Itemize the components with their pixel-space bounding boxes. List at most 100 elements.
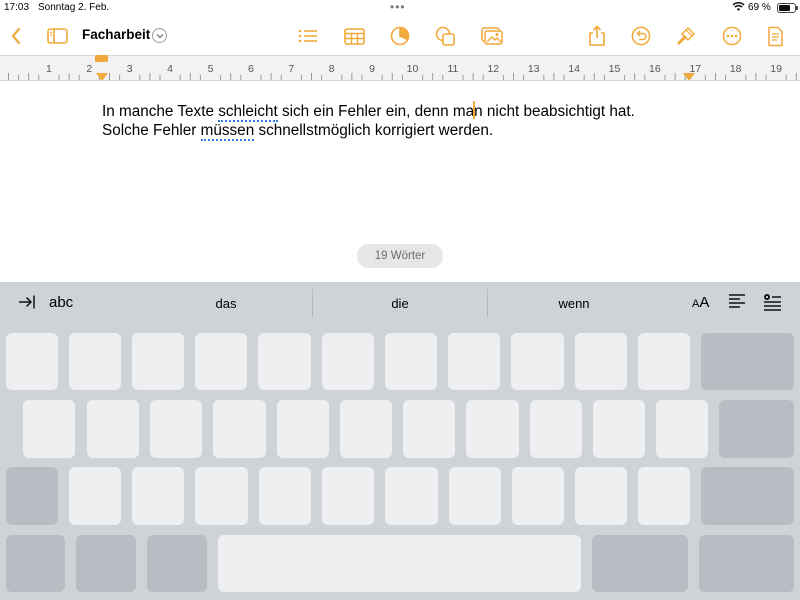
key[interactable] bbox=[258, 333, 311, 390]
suggestion-2[interactable]: die bbox=[391, 296, 408, 311]
key[interactable] bbox=[340, 400, 392, 458]
key[interactable] bbox=[403, 400, 455, 458]
key[interactable] bbox=[87, 400, 139, 458]
document-title[interactable]: Facharbeit bbox=[82, 27, 150, 42]
status-date: Sonntag 2. Feb. bbox=[38, 2, 110, 13]
share-icon[interactable] bbox=[585, 18, 609, 54]
ruler-number: 9 bbox=[369, 63, 376, 75]
shift-key-left[interactable] bbox=[6, 467, 58, 525]
title-menu-chevron-icon[interactable] bbox=[152, 28, 167, 43]
suggestion-3[interactable]: wenn bbox=[558, 296, 589, 311]
ruler-number: 5 bbox=[207, 63, 214, 75]
ruler-number: 14 bbox=[568, 63, 580, 75]
ruler-number: 10 bbox=[406, 63, 419, 75]
tab-indent-icon[interactable] bbox=[18, 294, 36, 315]
ruler[interactable]: 1 2 3 4 5 6 7 8 9 10 11 12 13 14 15 16 17 18 19 bbox=[0, 55, 800, 81]
suggestion-1[interactable]: das bbox=[216, 296, 237, 311]
format-brush-icon[interactable] bbox=[674, 18, 698, 54]
wifi-icon bbox=[732, 1, 745, 15]
ruler-number: 16 bbox=[649, 63, 661, 75]
key[interactable] bbox=[575, 467, 627, 525]
key[interactable] bbox=[656, 400, 708, 458]
dictation-key[interactable] bbox=[147, 535, 207, 592]
more-options-icon[interactable] bbox=[720, 18, 744, 54]
ruler-number: 1 bbox=[45, 63, 52, 75]
document-body[interactable]: In manche Texte schleicht sich ein Fehle… bbox=[102, 101, 742, 141]
key[interactable] bbox=[385, 467, 438, 525]
misspelled-word[interactable]: schleicht bbox=[218, 103, 278, 122]
ruler-number: 4 bbox=[167, 63, 174, 75]
document-setup-icon[interactable] bbox=[763, 18, 787, 54]
shift-key-right[interactable] bbox=[701, 467, 794, 525]
list-icon[interactable] bbox=[296, 18, 320, 54]
key[interactable] bbox=[277, 400, 329, 458]
ruler-number: 8 bbox=[328, 63, 335, 75]
sidebar-toggle-icon[interactable] bbox=[45, 18, 69, 54]
hide-keyboard-key[interactable] bbox=[699, 535, 794, 592]
text-run: Solche Fehler bbox=[102, 122, 201, 139]
key[interactable] bbox=[530, 400, 582, 458]
back-chevron-icon[interactable] bbox=[6, 18, 26, 54]
paragraph-line-2[interactable]: Solche Fehler müssen schnellstmöglich ko… bbox=[102, 121, 742, 141]
misspelled-word[interactable]: müssen bbox=[200, 122, 255, 141]
on-screen-keyboard: abc das die wenn AA bbox=[0, 282, 800, 600]
text-run: In manche Texte bbox=[102, 103, 219, 120]
key[interactable] bbox=[23, 400, 75, 458]
suggestion-divider bbox=[312, 289, 313, 317]
abc-label[interactable]: abc bbox=[49, 294, 73, 311]
numbers-key-right[interactable] bbox=[592, 535, 688, 592]
key[interactable] bbox=[195, 467, 248, 525]
suggestion-divider bbox=[487, 289, 488, 317]
key[interactable] bbox=[195, 333, 247, 390]
key[interactable] bbox=[322, 467, 374, 525]
key[interactable] bbox=[575, 333, 627, 390]
key[interactable] bbox=[69, 333, 121, 390]
paragraph-line-1[interactable]: In manche Texte schleicht sich ein Fehle… bbox=[102, 101, 742, 122]
multitasking-dots-icon[interactable]: ••• bbox=[390, 0, 406, 14]
key[interactable] bbox=[385, 333, 437, 390]
predictive-bar: abc das die wenn AA bbox=[0, 282, 800, 324]
key[interactable] bbox=[150, 400, 202, 458]
ruler-number: 12 bbox=[487, 63, 500, 75]
text-run: n nicht beabsichtigt hat. bbox=[474, 103, 635, 120]
undo-icon[interactable] bbox=[629, 18, 653, 54]
delete-key[interactable] bbox=[701, 333, 794, 390]
key[interactable] bbox=[259, 467, 311, 525]
shapes-icon[interactable] bbox=[433, 18, 457, 54]
globe-key[interactable] bbox=[76, 535, 136, 592]
key[interactable] bbox=[511, 333, 564, 390]
word-count-pill[interactable]: 19 Wörter bbox=[357, 244, 443, 268]
key[interactable] bbox=[69, 467, 121, 525]
key[interactable] bbox=[449, 467, 501, 525]
table-icon[interactable] bbox=[342, 18, 366, 54]
key[interactable] bbox=[132, 467, 184, 525]
key[interactable] bbox=[512, 467, 564, 525]
key[interactable] bbox=[638, 467, 690, 525]
left-indent-marker[interactable] bbox=[95, 72, 109, 82]
key[interactable] bbox=[466, 400, 519, 458]
ruler-number: 11 bbox=[447, 63, 459, 75]
space-key[interactable] bbox=[218, 535, 581, 592]
first-line-indent-marker[interactable] bbox=[95, 55, 109, 63]
key[interactable] bbox=[638, 333, 690, 390]
key[interactable] bbox=[213, 400, 266, 458]
ruler-number: 6 bbox=[247, 63, 254, 75]
key[interactable] bbox=[6, 333, 58, 390]
battery-icon bbox=[777, 3, 798, 13]
key[interactable] bbox=[448, 333, 500, 390]
numbers-key-left[interactable] bbox=[6, 535, 65, 592]
ruler-number: 7 bbox=[288, 63, 295, 75]
ruler-number: 15 bbox=[608, 63, 621, 75]
insert-list-icon[interactable] bbox=[763, 293, 782, 316]
paragraph-align-icon[interactable] bbox=[728, 293, 746, 314]
media-icon[interactable] bbox=[480, 18, 504, 54]
ruler-number: 3 bbox=[126, 63, 133, 75]
text-run: sich ein Fehler ein, denn ma bbox=[277, 103, 475, 120]
key[interactable] bbox=[322, 333, 374, 390]
key[interactable] bbox=[593, 400, 645, 458]
key[interactable] bbox=[132, 333, 184, 390]
text-size-button[interactable]: AA bbox=[692, 294, 709, 311]
ruler-ticks bbox=[8, 73, 797, 80]
return-key[interactable] bbox=[719, 400, 794, 458]
chart-icon[interactable] bbox=[388, 18, 412, 54]
